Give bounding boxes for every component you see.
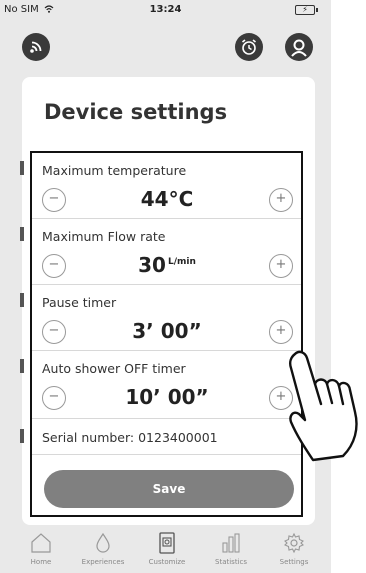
tab-label: Experiences [81, 558, 125, 566]
tab-label: Settings [279, 558, 309, 566]
user-profile-icon[interactable] [285, 33, 313, 61]
setting-value: 30 L/min [72, 253, 262, 277]
save-button[interactable]: Save [44, 470, 294, 508]
alarm-clock-icon[interactable] [235, 33, 263, 61]
setting-value: 3’ 00” [72, 319, 262, 343]
setting-value-text: 30 [138, 253, 166, 277]
app-screen: No SIM 13:24 ⚡ Device settings Maximum t… [0, 0, 331, 573]
row-marker [20, 359, 24, 373]
increase-pause-timer-button[interactable]: + [269, 320, 293, 344]
setting-label: Pause timer [42, 295, 117, 310]
flow-unit: L/min [167, 257, 196, 267]
increase-flow-rate-button[interactable]: + [269, 254, 293, 278]
setting-label: Auto shower OFF timer [42, 361, 186, 376]
tab-customize[interactable]: Customize [137, 531, 197, 566]
wifi-icon[interactable] [22, 33, 50, 61]
tab-settings[interactable]: Settings [264, 531, 324, 566]
clock: 13:24 [149, 4, 182, 15]
tab-statistics[interactable]: Statistics [201, 531, 261, 566]
tab-label: Home [30, 558, 52, 566]
row-marker [20, 293, 24, 307]
row-marker [20, 227, 24, 241]
setting-label: Maximum Flow rate [42, 229, 166, 244]
serial-number: Serial number: 0123400001 [42, 430, 218, 445]
serial-number-row: Serial number: 0123400001 [32, 419, 301, 455]
home-icon [31, 533, 51, 553]
setting-row-max-temperature: Maximum temperature − 44°C + [32, 153, 301, 219]
setting-value-text: 44°C [140, 187, 194, 211]
bottom-tab-bar: Home Experiences Customize Statistics Se… [0, 527, 331, 573]
setting-value-text: 10’ 00” [125, 385, 209, 409]
customize-icon [159, 532, 175, 554]
setting-label: Maximum temperature [42, 163, 187, 178]
setting-row-auto-shower-off-timer: Auto shower OFF timer − 10’ 00” + [32, 351, 301, 419]
water-drop-icon [96, 532, 110, 553]
bar-chart-icon [222, 533, 240, 553]
tab-label: Customize [148, 558, 186, 566]
tab-label: Statistics [215, 558, 247, 566]
tab-experiences[interactable]: Experiences [73, 531, 133, 566]
setting-value: 10’ 00” [72, 385, 262, 409]
settings-panel: Maximum temperature − 44°C + Maximum Flo… [30, 151, 303, 517]
status-bar: No SIM 13:24 ⚡ [0, 0, 331, 20]
setting-row-pause-timer: Pause timer − 3’ 00” + [32, 285, 301, 351]
setting-row-max-flow-rate: Maximum Flow rate − 30 L/min + [32, 219, 301, 285]
decrease-flow-rate-button[interactable]: − [42, 254, 66, 278]
decrease-auto-off-timer-button[interactable]: − [42, 386, 66, 410]
row-marker [20, 429, 24, 443]
tab-home[interactable]: Home [11, 531, 71, 566]
setting-value: 44°C [72, 187, 262, 211]
battery-icon: ⚡ [295, 5, 318, 15]
decrease-pause-timer-button[interactable]: − [42, 320, 66, 344]
setting-value-text: 3’ 00” [132, 319, 202, 343]
page-title: Device settings [44, 100, 228, 124]
pointing-hand-icon [289, 350, 358, 462]
increase-temperature-button[interactable]: + [269, 188, 293, 212]
row-marker [20, 161, 24, 175]
decrease-temperature-button[interactable]: − [42, 188, 66, 212]
gear-icon [284, 532, 304, 554]
